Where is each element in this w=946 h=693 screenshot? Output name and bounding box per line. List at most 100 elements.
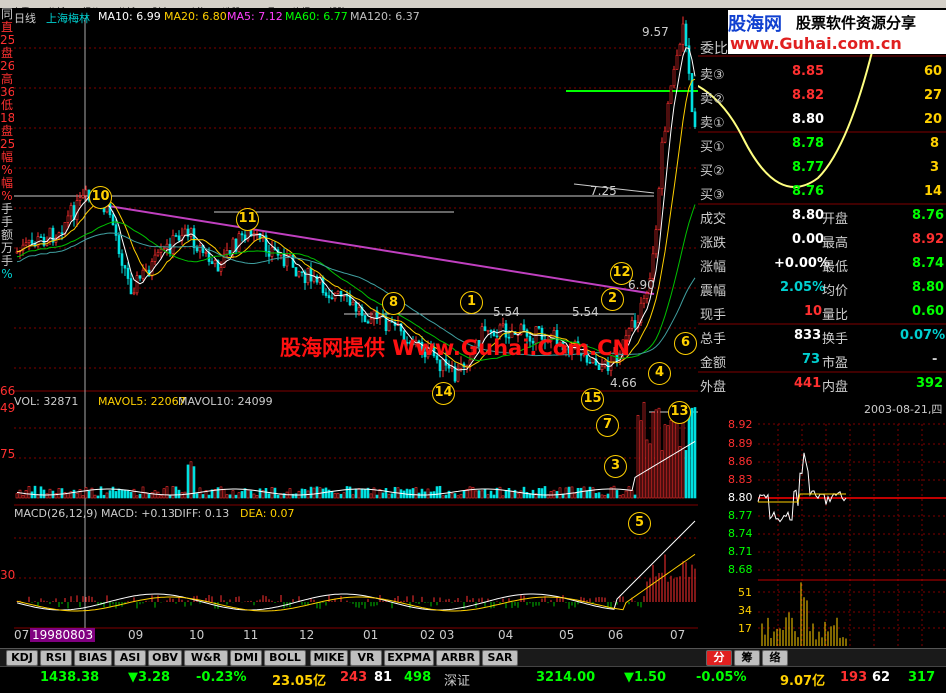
volume-bar (411, 488, 415, 499)
left-label: % (1, 267, 13, 281)
tab-dmi[interactable]: DMI (230, 650, 262, 666)
orderbook-price: 8.77 (792, 160, 825, 175)
candle-body (204, 252, 208, 254)
candle-body (126, 267, 130, 279)
quote-row: 现手 10 量比 0.60 (698, 300, 946, 324)
annotation-marker: 12 (610, 262, 633, 285)
volume-bar (657, 407, 661, 499)
intraday-tick: 8.92 (728, 418, 753, 431)
candle-body (669, 85, 673, 104)
intraday-tick: 8.71 (728, 545, 753, 558)
candle-body (678, 43, 682, 56)
tab-asi[interactable]: ASI (114, 650, 146, 666)
quote-key: 现手 (700, 308, 727, 323)
ma5-label: MA5: 7.12 (227, 10, 283, 23)
volume-bar (678, 446, 682, 499)
market-name[interactable]: 深证 (444, 670, 470, 689)
intraday-chart[interactable]: 2003-08-21,四 8.92 8.89 8.86 8.83 8.80 8.… (698, 400, 946, 648)
candle-body (663, 130, 667, 143)
axis-value: 66 (0, 384, 16, 398)
volume-bar (255, 495, 259, 499)
annotation-marker: 5 (628, 512, 651, 535)
volume-bar (459, 493, 463, 499)
stock-name: 上海梅林 (46, 12, 90, 25)
intraday-tick: 8.86 (728, 455, 753, 468)
volume-bar (438, 485, 442, 499)
volume-bar (498, 486, 502, 499)
tab-obv[interactable]: OBV (148, 650, 182, 666)
tab-expma[interactable]: EXPMA (384, 650, 434, 666)
volume-bar (147, 494, 151, 499)
candle-body (75, 200, 79, 220)
volume-bar (81, 495, 85, 499)
tab-minute[interactable]: 分 (706, 650, 732, 666)
volume-bar (504, 489, 508, 499)
volume-bar (222, 489, 226, 499)
orderbook-price: 8.85 (792, 64, 825, 79)
candle-body (693, 111, 697, 127)
x-axis-label: 05 (559, 628, 575, 642)
volume-bar (324, 487, 328, 499)
tab-rsi[interactable]: RSI (40, 650, 72, 666)
volume-bar (48, 488, 52, 499)
volume-bar (567, 486, 571, 499)
volume-bar (414, 487, 418, 499)
volume-bar (129, 492, 133, 499)
period-label[interactable]: 日线 (14, 10, 36, 26)
orderbook-label: 买③ (700, 188, 725, 203)
tab-mike[interactable]: MIKE (310, 650, 348, 666)
intraday-tick: 8.74 (728, 527, 753, 540)
candle-body (27, 239, 31, 244)
volume-bar (579, 487, 583, 499)
volume-bar (327, 489, 331, 499)
tab-network[interactable]: 络 (762, 650, 788, 666)
x-axis-label: 11 (243, 628, 259, 642)
volume-bar (225, 494, 229, 499)
tab-wr[interactable]: W&R (184, 650, 228, 666)
volume-bar (621, 494, 625, 499)
quote-key: 量比 (822, 308, 849, 323)
volume-bar (360, 488, 364, 499)
tab-chips[interactable]: 筹 (734, 650, 760, 666)
candle-body (294, 267, 298, 277)
tab-boll[interactable]: BOLL (264, 650, 306, 666)
candle-body (483, 326, 487, 331)
orderbook-volume: 14 (924, 184, 943, 199)
quote-panel: 委比 卖③ 8.85 60 卖② 8.82 27 卖① 8.80 20 买① 8… (698, 8, 946, 400)
tab-bias[interactable]: BIAS (74, 650, 112, 666)
orderbook-label: 卖③ (700, 68, 725, 83)
volume-bar (333, 493, 337, 499)
volume-bar (180, 492, 184, 499)
tab-arbr[interactable]: ARBR (436, 650, 480, 666)
candle-body (501, 323, 505, 326)
candle-body (153, 254, 157, 262)
candle-body (156, 252, 160, 256)
volume-bar (207, 494, 211, 499)
indicator-tab-bar: KDJ RSI BIAS ASI OBV W&R DMI BOLL MIKE V… (0, 648, 946, 666)
candle-body (39, 236, 43, 238)
candle-body (660, 141, 664, 189)
quote-row: 震幅 2.05% 均价 8.80 (698, 276, 946, 300)
candle-body (111, 214, 115, 226)
volume-bar (651, 412, 655, 499)
kline-chart-area[interactable]: 日线 上海梅林 MA10: 6.99 MA20: 6.80 MA5: 7.12 … (14, 8, 699, 642)
candle-body (219, 266, 223, 272)
volume-bar (684, 450, 688, 499)
candle-body (48, 227, 52, 242)
volume-bar (75, 493, 79, 499)
volume-bar (177, 489, 181, 499)
x-axis-label: 01 (363, 628, 379, 642)
volume-bar (189, 461, 193, 499)
tab-vr[interactable]: VR (350, 650, 382, 666)
quote-key: 市盈 (822, 356, 849, 371)
orderbook-row: 买① 8.78 8 (698, 132, 946, 156)
volume-bar (507, 488, 511, 499)
tab-kdj[interactable]: KDJ (6, 650, 38, 666)
candle-body (690, 73, 694, 113)
volume-bar (468, 486, 472, 499)
brand-banner[interactable]: 股海网 股票软件资源分享 www.Guhai.com.cn (728, 10, 946, 54)
candle-body (69, 205, 73, 217)
volume-bar (105, 492, 109, 499)
volume-bar (219, 486, 223, 499)
tab-sar[interactable]: SAR (482, 650, 518, 666)
